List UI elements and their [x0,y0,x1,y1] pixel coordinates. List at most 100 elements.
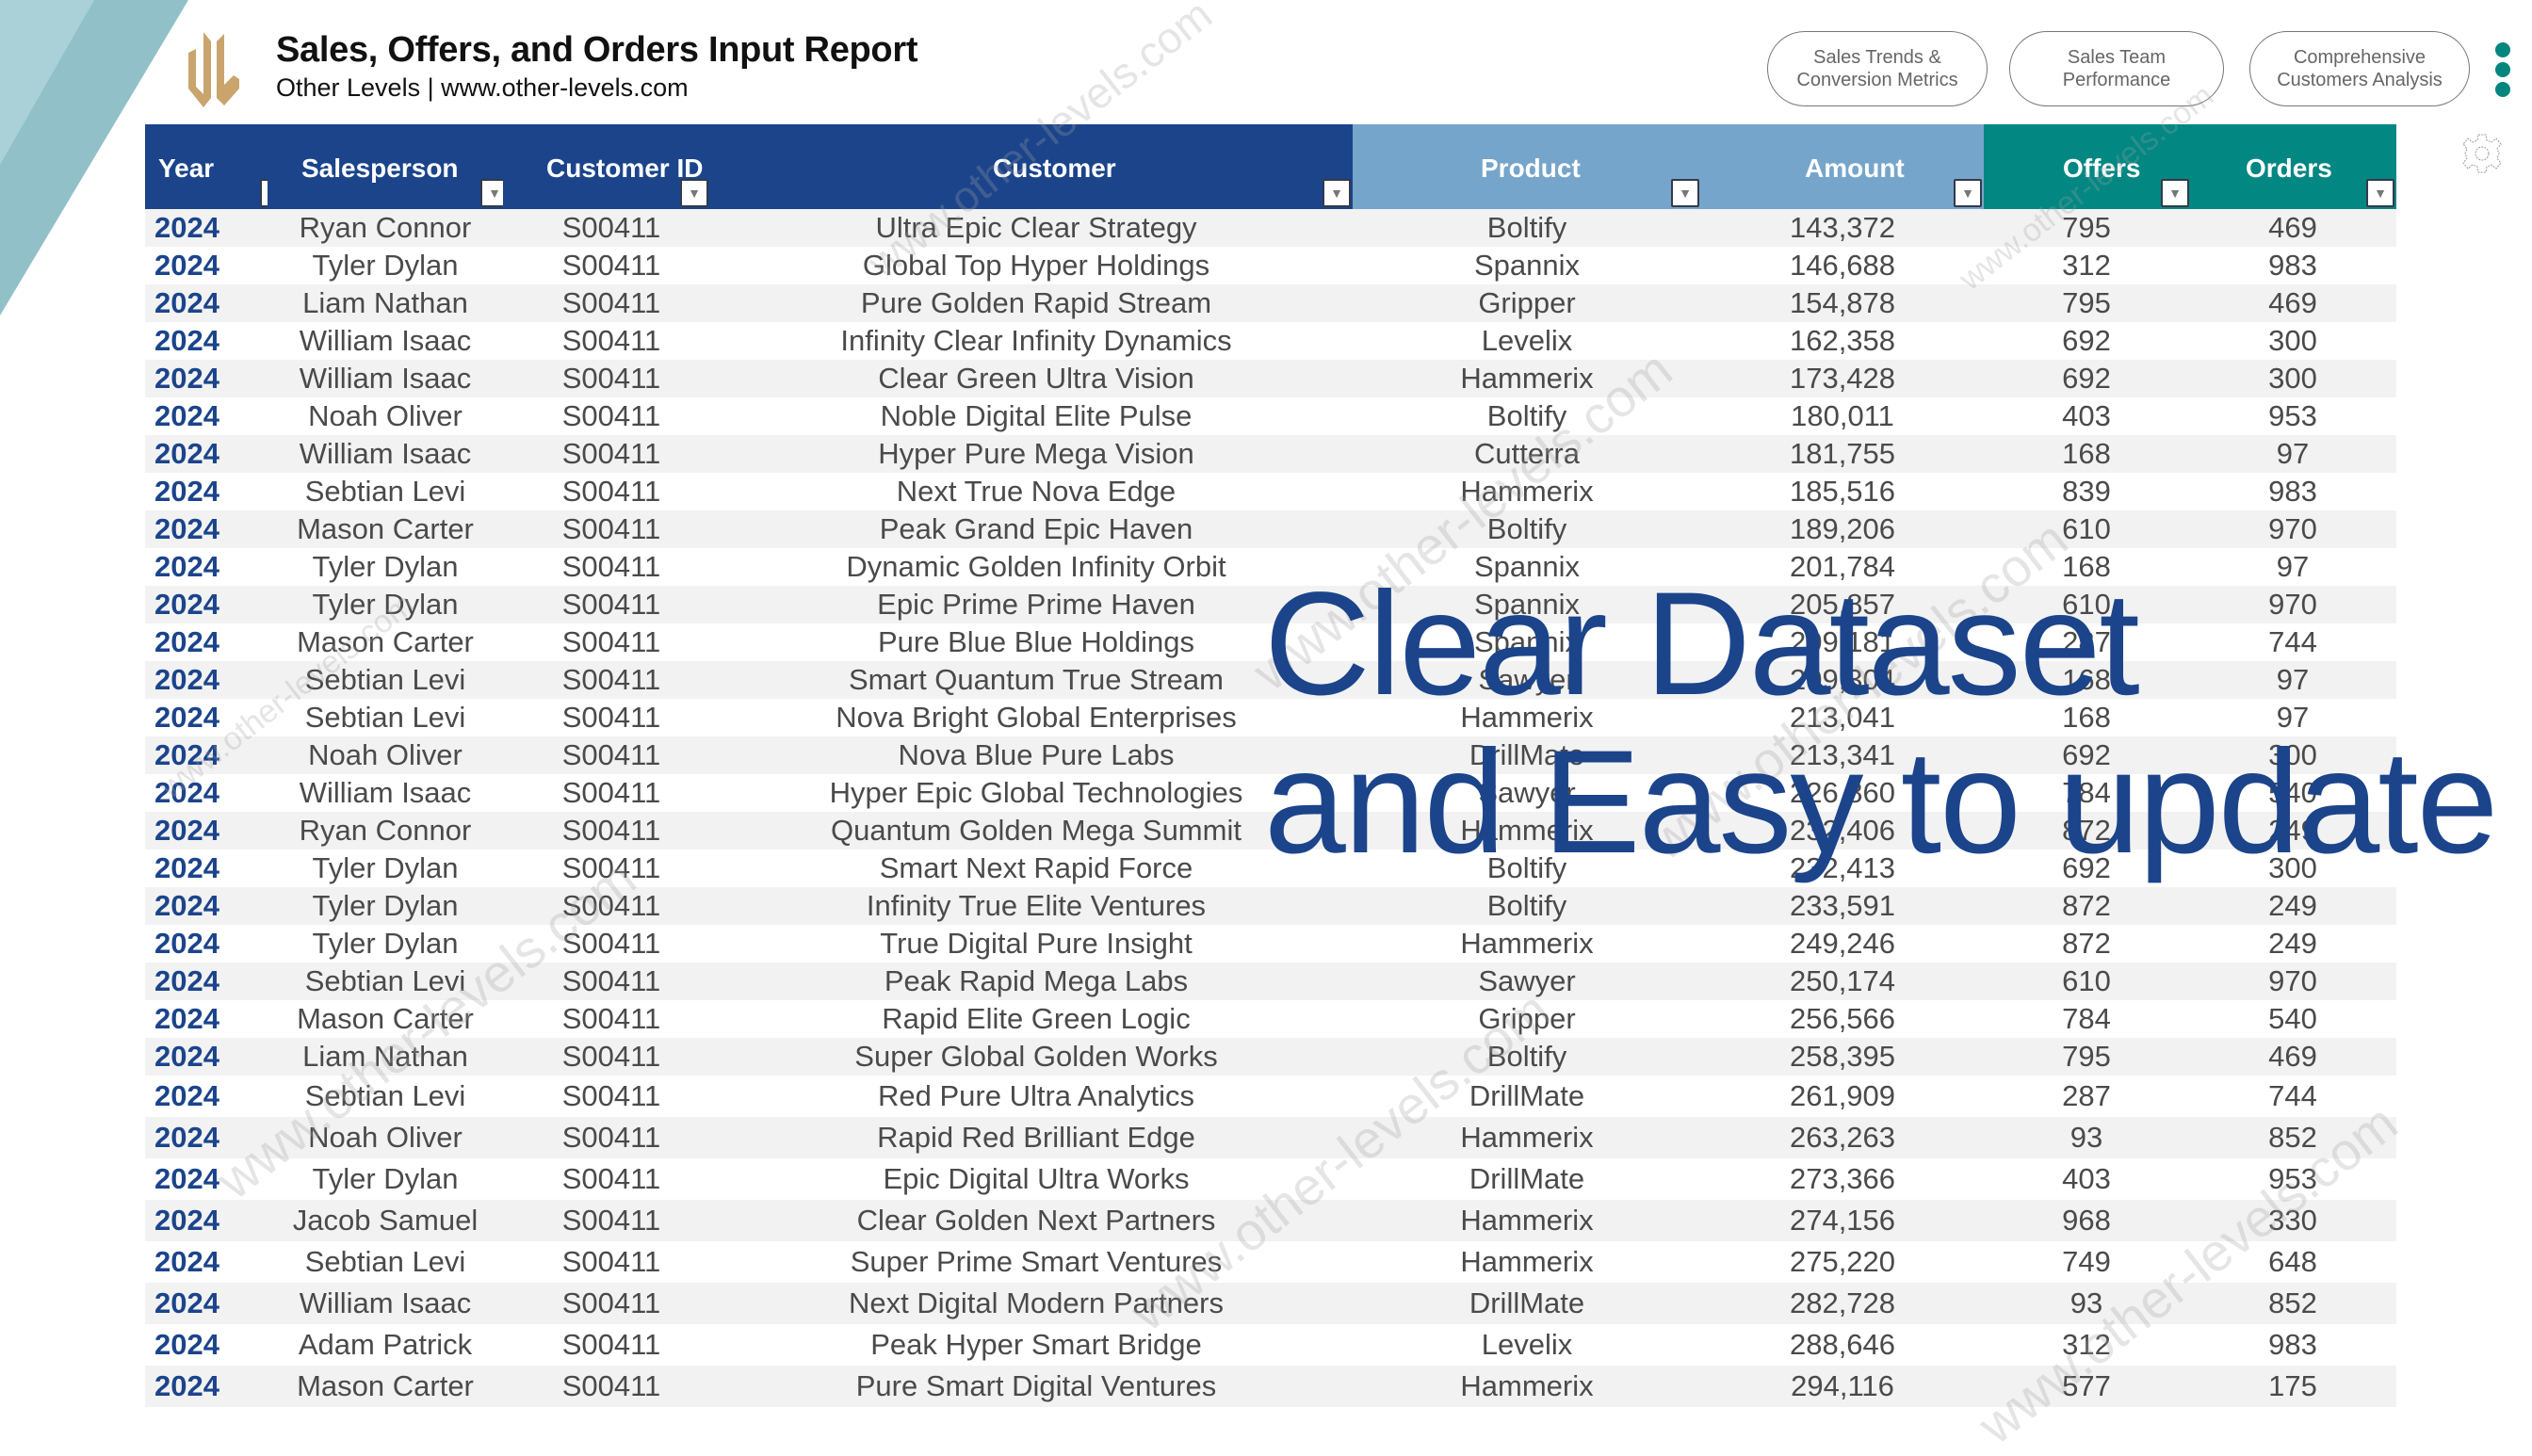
cell-offers[interactable]: 749 [1984,1245,2189,1279]
cell-amount[interactable]: 180,011 [1701,399,1984,433]
cell-salesperson[interactable]: Tyler Dylan [268,889,503,923]
cell-customer[interactable]: Rapid Elite Green Logic [720,1002,1353,1036]
table-row[interactable]: 2024 Noah Oliver S00411 Rapid Red Brilliant… [145,1117,2396,1158]
cell-salesperson[interactable]: William Isaac [268,437,503,471]
cell-year[interactable]: 2024 [145,588,268,622]
cell-customer-id[interactable]: S00411 [503,324,720,358]
cell-product[interactable]: Levelix [1353,1328,1701,1362]
cell-orders[interactable]: 469 [2189,286,2396,320]
cell-orders[interactable]: 469 [2189,211,2396,245]
cell-offers[interactable]: 168 [1984,701,2189,735]
cell-product[interactable]: Spannix [1353,588,1701,622]
cell-salesperson[interactable]: Mason Carter [268,1002,503,1036]
cell-customer-id[interactable]: S00411 [503,550,720,584]
cell-offers[interactable]: 168 [1984,550,2189,584]
cell-salesperson[interactable]: Sebtian Levi [268,701,503,735]
cell-customer-id[interactable]: S00411 [503,211,720,245]
cell-salesperson[interactable]: Mason Carter [268,625,503,659]
cell-amount[interactable]: 181,755 [1701,437,1984,471]
cell-offers[interactable]: 784 [1984,1002,2189,1036]
cell-product[interactable]: DrillMate [1353,1079,1701,1113]
cell-amount[interactable]: 213,341 [1701,738,1984,772]
cell-year[interactable]: 2024 [145,437,268,471]
cell-offers[interactable]: 287 [1984,625,2189,659]
cell-year[interactable]: 2024 [145,475,268,509]
table-row[interactable]: 2024 Ryan Connor S00411 Quantum Golden Mega… [145,812,2396,849]
cell-product[interactable]: Hammerix [1353,1369,1701,1403]
cell-amount[interactable]: 294,116 [1701,1369,1984,1403]
cell-amount[interactable]: 146,688 [1701,249,1984,283]
cell-amount[interactable]: 201,784 [1701,550,1984,584]
table-row[interactable]: 2024 Tyler Dylan S00411 Dynamic Golden Infi… [145,548,2396,586]
cell-orders[interactable]: 97 [2189,550,2396,584]
cell-customer-id[interactable]: S00411 [503,776,720,810]
cell-customer[interactable]: Noble Digital Elite Pulse [720,399,1353,433]
cell-orders[interactable]: 175 [2189,1369,2396,1403]
cell-offers[interactable]: 872 [1984,889,2189,923]
cell-salesperson[interactable]: Adam Patrick [268,1328,503,1362]
cell-amount[interactable]: 273,366 [1701,1162,1984,1196]
filter-dropdown-button[interactable]: ▼ [2366,179,2394,207]
cell-year[interactable]: 2024 [145,1079,268,1113]
cell-orders[interactable]: 249 [2189,927,2396,961]
table-row[interactable]: 2024 Noah Oliver S00411 Nova Blue Pure Labs… [145,736,2396,774]
table-row[interactable]: 2024 Liam Nathan S00411 Pure Golden Rapid S… [145,284,2396,322]
cell-salesperson[interactable]: Mason Carter [268,512,503,546]
cell-salesperson[interactable]: Ryan Connor [268,814,503,848]
filter-dropdown-button[interactable]: ▼ [2161,179,2189,207]
cell-year[interactable]: 2024 [145,851,268,885]
cell-orders[interactable]: 540 [2189,776,2396,810]
filter-dropdown-button[interactable]: ▼ [1671,179,1699,207]
cell-offers[interactable]: 287 [1984,1079,2189,1113]
column-header-year[interactable]: Year ↓ [145,124,288,209]
cell-customer-id[interactable]: S00411 [503,738,720,772]
cell-offers[interactable]: 610 [1984,512,2189,546]
cell-orders[interactable]: 744 [2189,1079,2396,1113]
cell-salesperson[interactable]: Sebtian Levi [268,964,503,998]
cell-amount[interactable]: 233,591 [1701,889,1984,923]
cell-customer-id[interactable]: S00411 [503,475,720,509]
cell-offers[interactable]: 610 [1984,588,2189,622]
cell-orders[interactable]: 970 [2189,964,2396,998]
cell-customer[interactable]: Pure Smart Digital Ventures [720,1369,1353,1403]
cell-customer[interactable]: Super Prime Smart Ventures [720,1245,1353,1279]
cell-salesperson[interactable]: William Isaac [268,776,503,810]
cell-product[interactable]: Boltify [1353,1040,1701,1074]
table-row[interactable]: 2024 Sebtian Levi S00411 Smart Quantum True… [145,661,2396,699]
cell-year[interactable]: 2024 [145,286,268,320]
cell-customer[interactable]: Rapid Red Brilliant Edge [720,1121,1353,1155]
column-header-product[interactable]: Product ▼ [1353,124,1701,209]
cell-customer[interactable]: Epic Digital Ultra Works [720,1162,1353,1196]
cell-salesperson[interactable]: William Isaac [268,324,503,358]
column-header-salesperson[interactable]: Salesperson ▼ [268,124,509,209]
cell-offers[interactable]: 839 [1984,475,2189,509]
cell-customer-id[interactable]: S00411 [503,1079,720,1113]
cell-year[interactable]: 2024 [145,399,268,433]
cell-amount[interactable]: 209,181 [1701,625,1984,659]
cell-customer[interactable]: Peak Grand Epic Haven [720,512,1353,546]
cell-customer-id[interactable]: S00411 [503,964,720,998]
cell-product[interactable]: Levelix [1353,324,1701,358]
cell-offers[interactable]: 403 [1984,399,2189,433]
gear-icon[interactable] [2460,132,2504,175]
table-row[interactable]: 2024 William Isaac S00411 Next Digital Mode… [145,1283,2396,1324]
cell-customer[interactable]: Quantum Golden Mega Summit [720,814,1353,848]
cell-year[interactable]: 2024 [145,814,268,848]
cell-offers[interactable]: 93 [1984,1286,2189,1320]
cell-orders[interactable]: 249 [2189,889,2396,923]
cell-customer[interactable]: Super Global Golden Works [720,1040,1353,1074]
cell-amount[interactable]: 258,395 [1701,1040,1984,1074]
cell-offers[interactable]: 968 [1984,1204,2189,1238]
cell-customer[interactable]: Dynamic Golden Infinity Orbit [720,550,1353,584]
cell-orders[interactable]: 540 [2189,1002,2396,1036]
cell-customer[interactable]: Red Pure Ultra Analytics [720,1079,1353,1113]
cell-customer-id[interactable]: S00411 [503,1245,720,1279]
cell-amount[interactable]: 249,246 [1701,927,1984,961]
cell-customer-id[interactable]: S00411 [503,1121,720,1155]
cell-product[interactable]: Boltify [1353,512,1701,546]
cell-year[interactable]: 2024 [145,362,268,396]
cell-orders[interactable]: 852 [2189,1121,2396,1155]
cell-orders[interactable]: 330 [2189,1204,2396,1238]
cell-customer-id[interactable]: S00411 [503,512,720,546]
cell-customer[interactable]: Infinity Clear Infinity Dynamics [720,324,1353,358]
